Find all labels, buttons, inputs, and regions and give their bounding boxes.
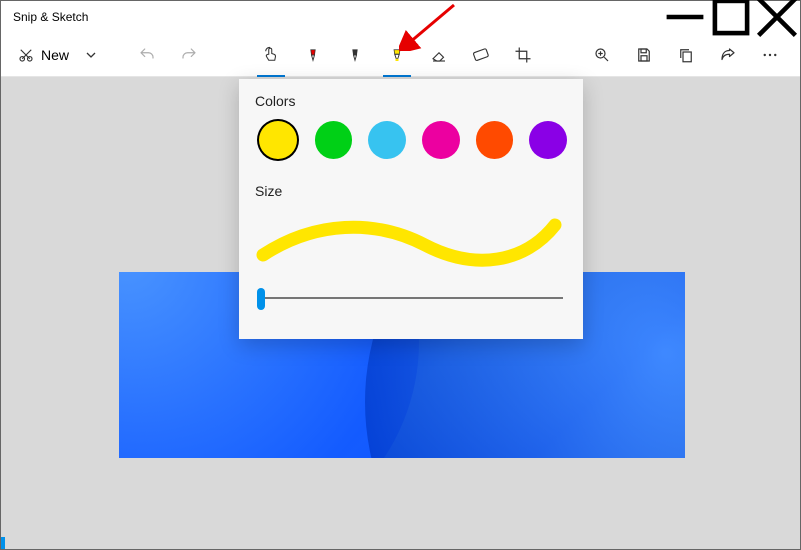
colors-heading: Colors: [255, 93, 567, 109]
crop-button[interactable]: [503, 35, 543, 75]
slider-thumb[interactable]: [257, 288, 265, 310]
color-swatch-sky-blue[interactable]: [368, 121, 406, 159]
title-bar: Snip & Sketch: [1, 1, 800, 33]
undo-button[interactable]: [127, 35, 167, 75]
ruler-icon: [472, 46, 490, 64]
window-controls: [662, 1, 800, 33]
share-button[interactable]: [708, 35, 748, 75]
highlighter-icon: [388, 46, 406, 64]
drawing-tools: [251, 33, 543, 77]
size-heading: Size: [255, 183, 567, 199]
copy-button[interactable]: [666, 35, 706, 75]
undo-icon: [138, 46, 156, 64]
snip-icon: [17, 46, 35, 64]
chevron-down-icon: [85, 49, 97, 61]
app-window: Snip & Sketch New: [0, 0, 801, 550]
share-icon: [719, 46, 737, 64]
highlighter-options-popup: Colors Size: [239, 79, 583, 339]
minimize-button[interactable]: [662, 1, 708, 33]
highlighter-button[interactable]: [377, 35, 417, 75]
color-swatch-purple[interactable]: [529, 121, 567, 159]
color-swatch-orange[interactable]: [476, 121, 514, 159]
redo-button[interactable]: [169, 35, 209, 75]
slider-track: [259, 297, 563, 299]
color-swatch-yellow[interactable]: [257, 119, 299, 161]
touch-writing-button[interactable]: [251, 35, 291, 75]
save-icon: [635, 46, 653, 64]
touch-icon: [262, 46, 280, 64]
copy-icon: [677, 46, 695, 64]
ballpoint-pen-icon: [304, 46, 322, 64]
color-swatch-green[interactable]: [315, 121, 353, 159]
new-label: New: [41, 47, 69, 63]
save-button[interactable]: [624, 35, 664, 75]
more-icon: [761, 46, 779, 64]
zoom-icon: [593, 46, 611, 64]
pencil-icon: [346, 46, 364, 64]
redo-icon: [180, 46, 198, 64]
eraser-icon: [430, 46, 448, 64]
zoom-button[interactable]: [582, 35, 622, 75]
color-swatch-magenta[interactable]: [422, 121, 460, 159]
pencil-button[interactable]: [335, 35, 375, 75]
close-button[interactable]: [754, 1, 800, 33]
size-slider[interactable]: [255, 283, 567, 313]
more-button[interactable]: [750, 35, 790, 75]
scroll-indicator: [1, 537, 5, 549]
crop-icon: [514, 46, 532, 64]
app-title: Snip & Sketch: [13, 10, 88, 24]
ruler-button[interactable]: [461, 35, 501, 75]
color-swatches: [255, 121, 567, 161]
new-snip-button[interactable]: New: [11, 35, 75, 75]
stroke-preview: [255, 211, 567, 267]
eraser-button[interactable]: [419, 35, 459, 75]
new-snip-dropdown[interactable]: [77, 35, 105, 75]
ballpoint-pen-button[interactable]: [293, 35, 333, 75]
maximize-button[interactable]: [708, 1, 754, 33]
